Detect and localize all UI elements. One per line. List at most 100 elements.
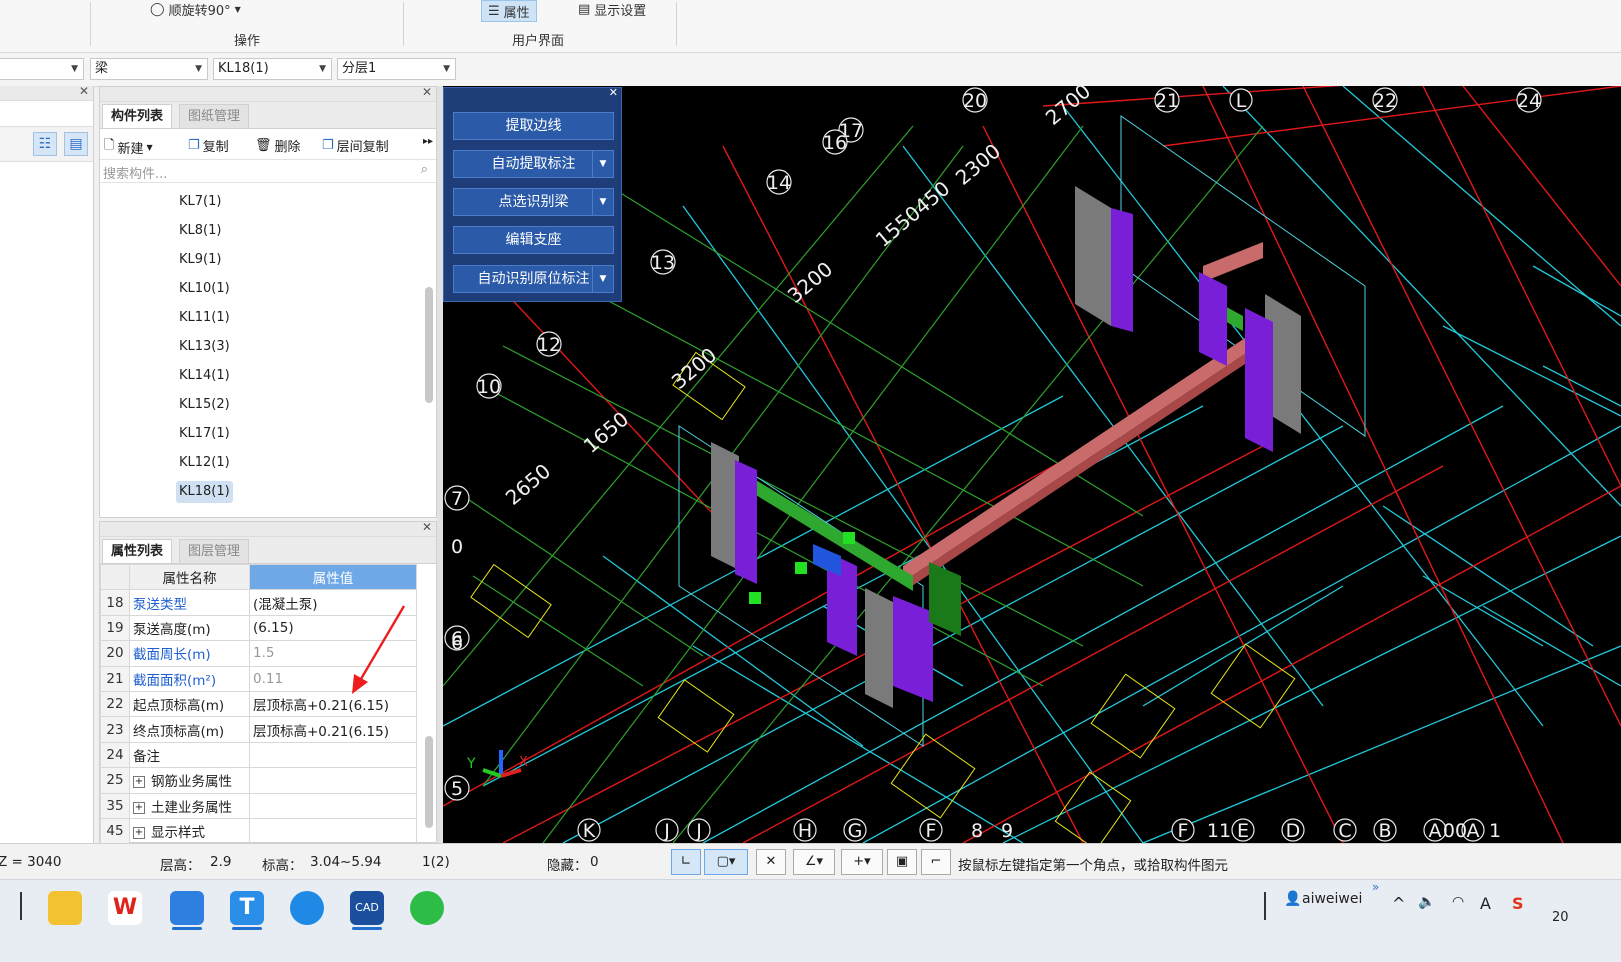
wechat-icon[interactable] (410, 891, 444, 925)
floor-copy-button[interactable]: ❐ 层间复制 (322, 136, 389, 155)
table-row[interactable]: 24 备注 (100, 741, 417, 769)
chevron-down-icon[interactable]: ▼ (592, 189, 613, 215)
axis-letter: F (1178, 820, 1189, 842)
list-scrollbar[interactable] (425, 287, 433, 403)
auto-extract-label-button[interactable]: 自动提取标注 ▼ (453, 150, 614, 178)
floor-select[interactable]: ▼ (0, 58, 84, 80)
close-icon[interactable]: ✕ (79, 84, 89, 98)
component-select[interactable]: KL18(1) ▼ (213, 58, 332, 80)
list-item[interactable]: KL18(1) (176, 481, 233, 503)
attr-button[interactable]: ☰ 属性 (481, 0, 537, 22)
tray-chevron-icon[interactable]: ^ (1392, 894, 1405, 913)
glodon-app-icon[interactable]: T (230, 891, 264, 925)
list-item[interactable]: KL17(1) (176, 423, 233, 445)
chevron-down-icon[interactable]: ▼ (592, 151, 613, 177)
tab-layer-management[interactable]: 图层管理 (179, 539, 250, 563)
delete-button[interactable]: 🗑 删除 (255, 136, 301, 155)
list-item[interactable]: KL12(1) (176, 452, 233, 474)
taskbar: W T CAD 👤 aiweiwei » ^ 🔈 ◠ A S 20 (0, 879, 1621, 962)
search-input[interactable]: 搜索构件... (103, 163, 167, 182)
volume-icon[interactable]: 🔈 (1418, 894, 1435, 910)
tab-property-list[interactable]: 属性列表 (102, 539, 173, 563)
file-explorer-icon[interactable] (48, 891, 82, 925)
detail-view-icon[interactable]: ▤ (64, 132, 88, 156)
copy-button[interactable]: ❐ 复制 (188, 136, 229, 155)
list-view-icon[interactable]: ☷ (33, 132, 57, 156)
svg-text:Y: Y (466, 756, 476, 772)
clock[interactable]: 20 (1552, 910, 1569, 925)
group-ui-label: 用户界面 (512, 34, 565, 49)
property-scrollbar[interactable] (425, 736, 433, 828)
property-value[interactable] (249, 741, 417, 769)
wps-icon[interactable]: W (108, 891, 142, 925)
pick-beam-button[interactable]: 点选识别梁 ▼ (453, 188, 614, 216)
elevation-label: 标高： (262, 858, 303, 874)
tab-component-list[interactable]: 构件列表 (102, 104, 173, 128)
list-item[interactable]: KL8(1) (176, 220, 224, 242)
table-row[interactable]: 25 + 钢筋业务属性 (100, 767, 417, 794)
expand-icon[interactable]: + (133, 776, 145, 789)
layer-select[interactable]: 分层1 ▼ (337, 58, 456, 80)
chevron-down-icon: ▼ (443, 64, 450, 74)
attr-icon: ☰ (488, 3, 500, 19)
list-item[interactable]: KL11(1) (176, 307, 233, 329)
row-number: 35 (100, 792, 130, 819)
tab-drawing-management[interactable]: 图纸管理 (179, 104, 250, 128)
notes-app-icon[interactable] (170, 891, 204, 925)
browser-icon[interactable] (290, 891, 324, 925)
axis-label: 11 (1207, 820, 1231, 842)
edit-support-button[interactable]: 编辑支座 (453, 226, 614, 254)
display-settings-button[interactable]: ▤ 显示设置 (578, 0, 646, 19)
row-number: 20 (100, 640, 130, 667)
polyline-icon[interactable]: ⌐ (921, 849, 951, 875)
property-value[interactable] (249, 817, 417, 845)
cross-snap-icon[interactable]: ✕ (756, 849, 786, 875)
rotate-90-button[interactable]: ◯ 顺旋转90° ▼ (150, 0, 241, 19)
list-item[interactable]: KL13(3) (176, 336, 233, 358)
property-value[interactable]: 层顶标高+0.21(6.15) (249, 716, 417, 743)
angle-icon[interactable]: ∠▾ (793, 849, 835, 875)
dimension-text: 1650 (579, 407, 633, 458)
chevron-down-icon[interactable]: ▼ (592, 266, 613, 292)
cad-app-icon[interactable]: CAD (350, 891, 384, 925)
property-name: 截面面积(m²) (129, 665, 250, 692)
table-row[interactable]: 45 + 显示样式 (100, 817, 417, 845)
list-item[interactable]: KL14(1) (176, 365, 233, 387)
table-row[interactable]: 35 + 土建业务属性 (100, 792, 417, 819)
expand-icon[interactable]: + (133, 827, 145, 840)
snap-icon[interactable]: ▢▾ (704, 849, 748, 875)
input-method-icon[interactable]: A (1480, 894, 1491, 913)
type-select[interactable]: 梁 ▼ (90, 58, 208, 80)
auto-identify-label-button[interactable]: 自动识别原位标注 ▼ (453, 265, 614, 293)
more-icon[interactable]: ▸▸ (423, 136, 433, 147)
expand-icon[interactable]: » (1372, 880, 1379, 894)
new-icon: 🗋 (104, 138, 115, 153)
extract-edge-button[interactable]: 提取边线 (453, 112, 614, 140)
table-row[interactable]: 23 终点顶标高(m) 层顶标高+0.21(6.15) (100, 716, 417, 743)
list-item[interactable]: KL15(2) (176, 394, 233, 416)
wifi-icon[interactable]: ◠ (1452, 894, 1464, 910)
close-icon[interactable]: ✕ (422, 520, 432, 534)
property-name: 泵送类型 (129, 589, 250, 616)
search-icon[interactable]: ⌕ (421, 162, 428, 177)
property-value[interactable] (249, 792, 417, 819)
dynamic-input-icon[interactable]: +▾ (841, 849, 883, 875)
list-item[interactable]: KL9(1) (176, 249, 224, 271)
close-icon[interactable]: ✕ (422, 85, 432, 99)
axis-letter: J (663, 820, 670, 842)
taskbar-user[interactable]: aiweiwei (1302, 891, 1362, 907)
ortho-icon[interactable]: ∟ (671, 849, 701, 875)
expand-icon[interactable]: + (133, 801, 145, 814)
copy-icon: ❐ (188, 138, 200, 153)
property-value[interactable] (249, 767, 417, 794)
display-icon[interactable]: ▣ (887, 849, 917, 875)
axis-number: 22 (1373, 90, 1397, 112)
search-box[interactable]: 搜索构件... ⌕ (100, 160, 436, 183)
sogou-icon[interactable]: S (1512, 894, 1524, 913)
close-icon[interactable]: ✕ (609, 86, 618, 99)
axis-label: 0 (451, 536, 463, 558)
new-button[interactable]: 🗋 新建 ▼ (104, 136, 153, 158)
axis-letter: J (695, 820, 702, 842)
list-item[interactable]: KL10(1) (176, 278, 233, 300)
list-item[interactable]: KL7(1) (176, 191, 224, 213)
